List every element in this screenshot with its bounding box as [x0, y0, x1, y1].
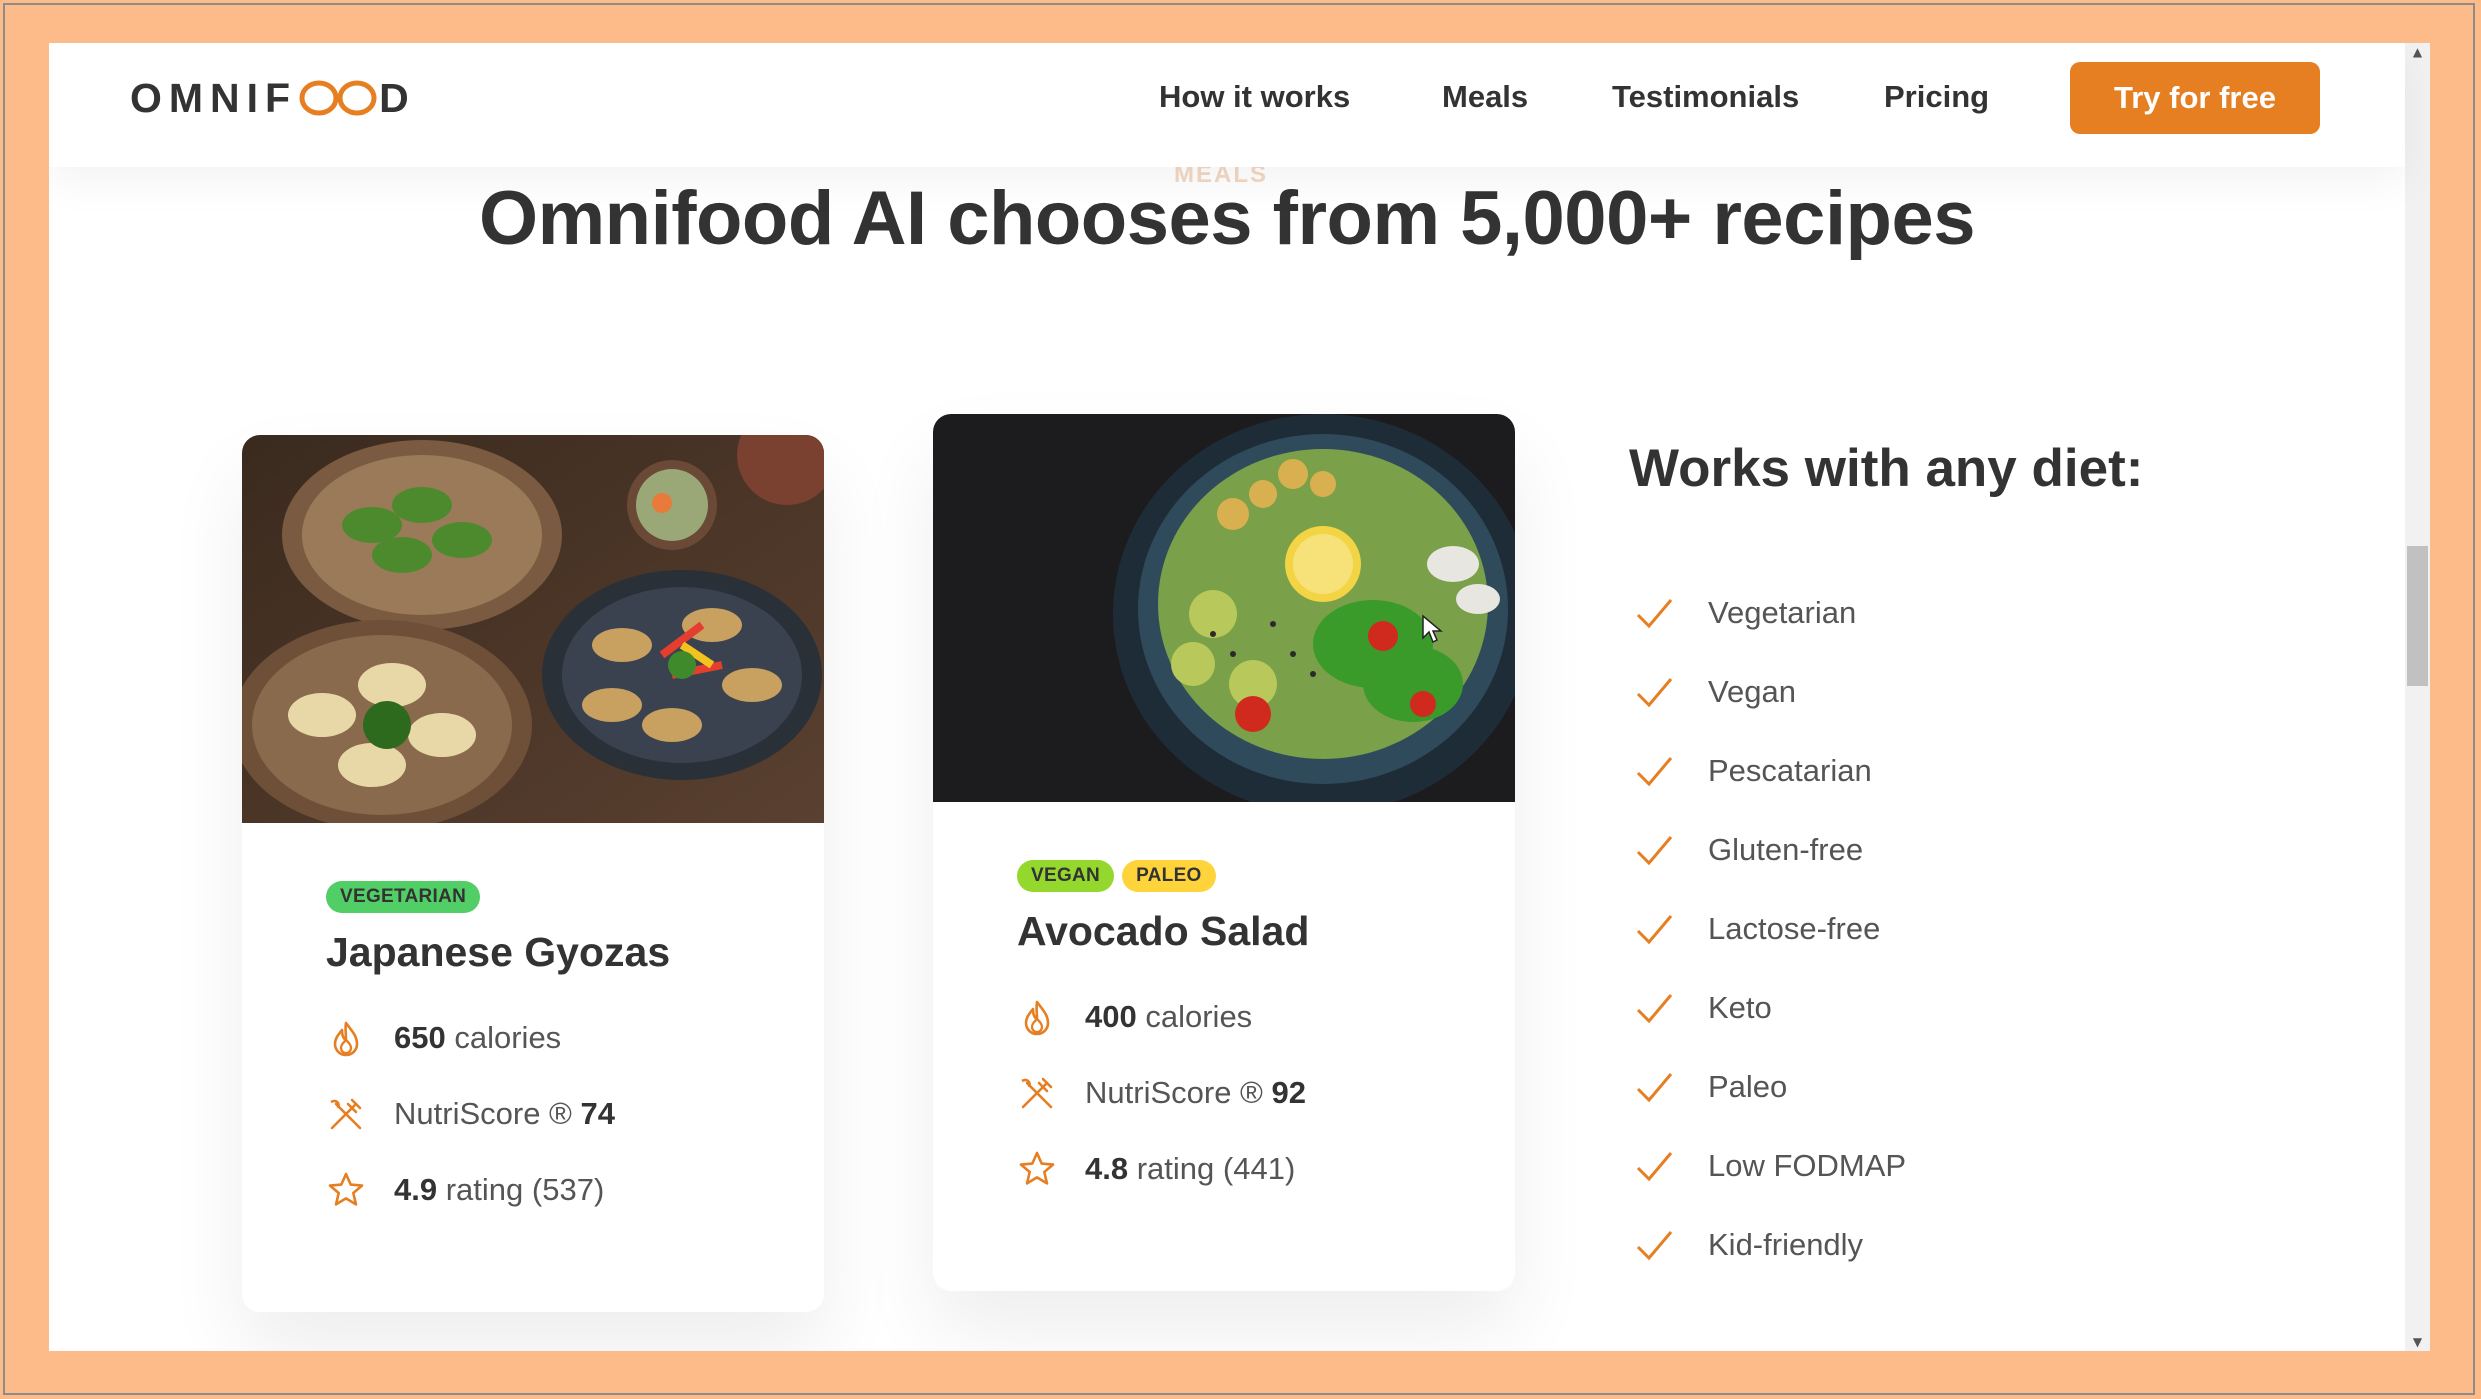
meal-nutriscore: NutriScore ® 74 [326, 1094, 824, 1134]
scrollbar-thumb[interactable] [2407, 546, 2428, 686]
checkmark-icon [1636, 678, 1673, 708]
diet-item: Low FODMAP [1632, 1136, 1906, 1196]
meal-title: Japanese Gyozas [326, 929, 671, 975]
meal-calories: 400 calories [1017, 997, 1515, 1037]
nav-link-how-it-works[interactable]: How it works [1159, 79, 1350, 115]
mouse-cursor-icon [1422, 614, 1443, 644]
calories-label: calories [1145, 999, 1253, 1034]
meal-nutriscore: NutriScore ® 92 [1017, 1073, 1515, 1113]
checkmark-icon [1636, 599, 1673, 629]
diets-title: Works with any diet: [1629, 439, 2144, 498]
vertical-scrollbar[interactable]: ▲ ▼ [2405, 43, 2430, 1351]
calories-value: 650 [394, 1020, 446, 1055]
japanese-gyozas-photo [242, 435, 824, 823]
diet-label: Vegetarian [1708, 595, 1857, 630]
diet-item: Paleo [1632, 1057, 1906, 1117]
meal-rating: 4.9 rating (537) [326, 1170, 824, 1210]
checkmark-icon [1636, 757, 1673, 787]
rating-value: 4.8 [1085, 1151, 1129, 1186]
diet-item: Vegetarian [1632, 583, 1906, 643]
diet-label: Kid-friendly [1708, 1227, 1864, 1262]
meal-tags: Vegetarian [326, 881, 824, 913]
meal-tags: Vegan Paleo [1017, 860, 1515, 892]
diet-item: Gluten-free [1632, 820, 1906, 880]
tag-paleo: Paleo [1122, 860, 1216, 892]
nutriscore-value: 92 [1271, 1075, 1306, 1110]
checkmark-icon [1636, 915, 1673, 945]
utensils-icon [330, 1098, 362, 1130]
star-icon [1019, 1151, 1055, 1185]
rating-value: 4.9 [394, 1172, 438, 1207]
meal-calories: 650 calories [326, 1018, 824, 1058]
logo[interactable]: OMNIF D [130, 72, 416, 124]
rating-label: rating (537) [445, 1172, 605, 1207]
avocado-salad-photo [933, 414, 1515, 802]
diet-item: Vegan [1632, 662, 1906, 722]
nav-link-testimonials[interactable]: Testimonials [1612, 79, 1799, 115]
diet-label: Pescatarian [1708, 753, 1872, 788]
checkmark-icon [1636, 836, 1673, 866]
nav-link-pricing[interactable]: Pricing [1884, 79, 1989, 115]
meal-attributes: 650 calories NutriScore ® 74 4.9 rating … [326, 1018, 824, 1210]
site-header: OMNIF D How it works Meals Testimonials … [49, 43, 2405, 167]
calories-value: 400 [1085, 999, 1137, 1034]
diet-label: Gluten-free [1708, 832, 1864, 867]
diet-label: Vegan [1708, 674, 1796, 709]
section-heading: Omnifood AI chooses from 5,000+ recipes [478, 176, 1976, 261]
tag-vegetarian: Vegetarian [326, 881, 481, 913]
try-for-free-button[interactable]: Try for free [2070, 62, 2320, 134]
meal-attributes: 400 calories NutriScore ® 92 4.8 rating … [1017, 997, 1515, 1189]
checkmark-icon [1636, 1152, 1673, 1182]
meal-card-japanese-gyozas[interactable]: Vegetarian Japanese Gyozas 650 calories … [242, 435, 824, 1312]
calories-label: calories [454, 1020, 562, 1055]
diet-label: Lactose-free [1708, 911, 1881, 946]
meal-image [242, 435, 824, 823]
scroll-up-icon[interactable]: ▲ [2405, 43, 2430, 61]
rating-label: rating (441) [1136, 1151, 1296, 1186]
star-icon [328, 1172, 364, 1206]
nutriscore-value: 74 [580, 1096, 615, 1131]
nutriscore-label: NutriScore ® [394, 1096, 572, 1131]
meal-title: Avocado Salad [1017, 908, 1310, 954]
logo-text-right: D [379, 74, 416, 121]
diet-item: Pescatarian [1632, 741, 1906, 801]
scroll-down-icon[interactable]: ▼ [2405, 1333, 2430, 1351]
meal-rating: 4.8 rating (441) [1017, 1149, 1515, 1189]
diet-item: Keto [1632, 978, 1906, 1038]
flame-icon [1024, 1000, 1050, 1036]
diet-label: Low FODMAP [1708, 1148, 1907, 1183]
utensils-icon [1021, 1077, 1053, 1109]
meal-image [933, 414, 1515, 802]
checkmark-icon [1636, 1073, 1673, 1103]
diet-label: Keto [1708, 990, 1772, 1025]
diet-label: Paleo [1708, 1069, 1788, 1104]
checkmark-icon [1636, 1231, 1673, 1261]
diet-item: Lactose-free [1632, 899, 1906, 959]
diet-item: Kid-friendly [1632, 1215, 1906, 1275]
nutriscore-label: NutriScore ® [1085, 1075, 1263, 1110]
meal-content: Vegan Paleo Avocado Salad 400 calories N… [933, 802, 1515, 1189]
checkmark-icon [1636, 994, 1673, 1024]
logo-text-left: OMNIF [130, 74, 298, 121]
flame-icon [333, 1021, 359, 1057]
meal-card-avocado-salad[interactable]: Vegan Paleo Avocado Salad 400 calories N… [933, 414, 1515, 1291]
tag-vegan: Vegan [1017, 860, 1115, 892]
page-viewport: OMNIF D How it works Meals Testimonials … [49, 43, 2430, 1351]
nav-link-meals[interactable]: Meals [1442, 79, 1528, 115]
diet-list: Vegetarian Vegan Pescatarian Gluten-free… [1632, 583, 1906, 1294]
meal-content: Vegetarian Japanese Gyozas 650 calories … [242, 823, 824, 1210]
logo-infinity-icon [299, 80, 377, 116]
